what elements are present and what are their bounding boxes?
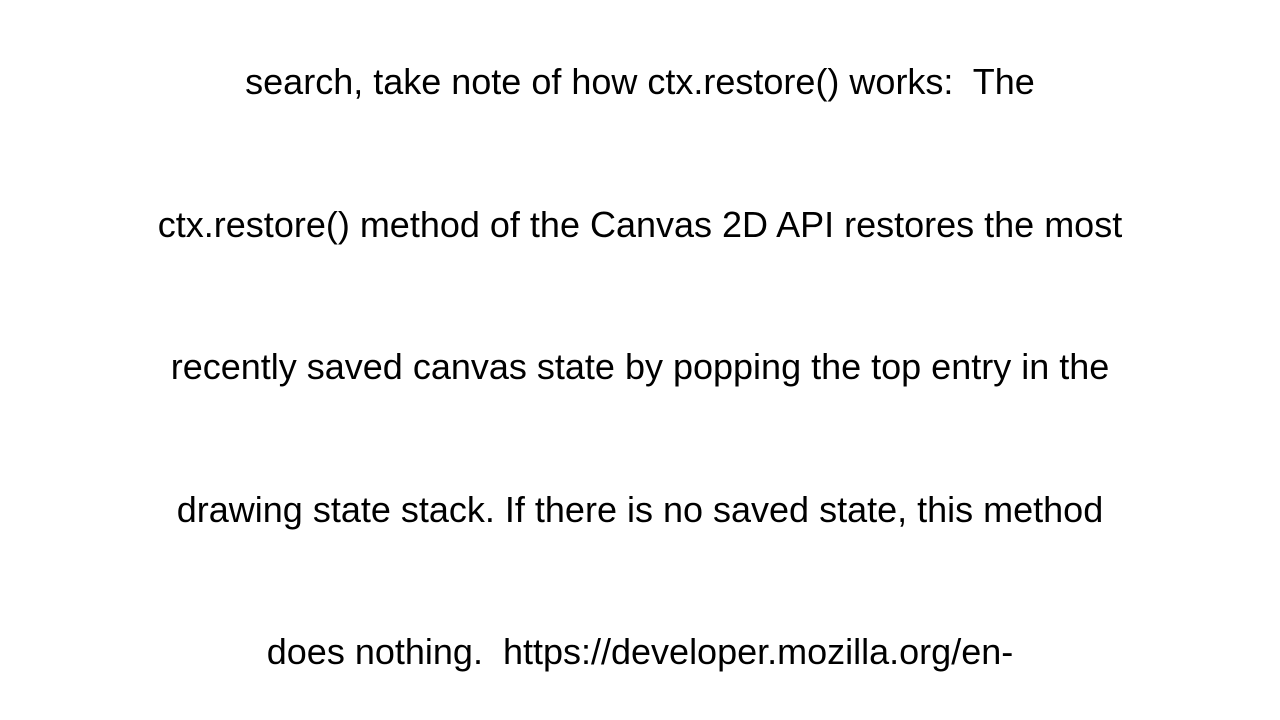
document-viewport: search, take note of how ctx.restore() w… <box>0 0 1280 720</box>
text-line: does nothing. https://developer.mozilla.… <box>266 631 1014 672</box>
answer-text-block: search, take note of how ctx.restore() w… <box>25 0 1255 720</box>
text-line: recently saved canvas state by popping t… <box>170 346 1110 387</box>
text-line: ctx.restore() method of the Canvas 2D AP… <box>157 203 1123 245</box>
text-line: drawing state stack. If there is no save… <box>176 488 1104 530</box>
text-line: search, take note of how ctx.restore() w… <box>245 61 1035 102</box>
